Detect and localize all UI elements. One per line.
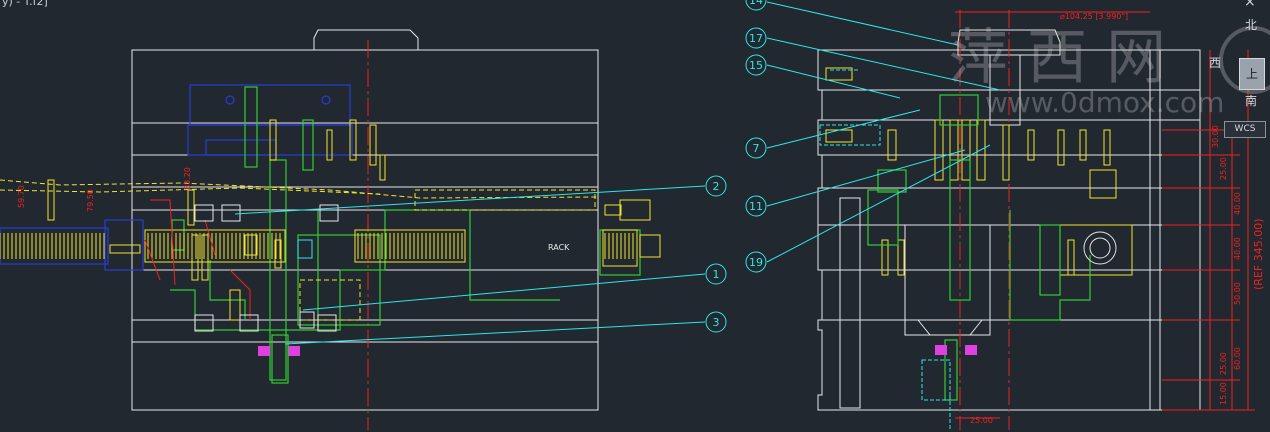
- viewcube-south[interactable]: 南: [1245, 92, 1257, 109]
- cad-viewport[interactable]: 59.70 79.50 83.20 RACK 2 1 3 ⌀104.25 [3.…: [0, 0, 1270, 432]
- callout-17: 17: [749, 32, 763, 45]
- viewcube-north[interactable]: 北: [1245, 16, 1257, 33]
- callout-14: 14: [749, 0, 763, 7]
- ref-dim: (REF 345.00): [1252, 219, 1265, 291]
- rack-label: RACK: [548, 243, 570, 252]
- close-icon[interactable]: ×: [1244, 0, 1256, 10]
- viewcube-west[interactable]: 西: [1209, 54, 1221, 71]
- right-dim-8: 15.00: [1219, 382, 1228, 405]
- callout-7: 7: [753, 142, 760, 155]
- side-dim-3: 83.20: [183, 167, 192, 190]
- left-mold-view: 59.70 79.50 83.20 RACK 2 1 3: [0, 29, 727, 430]
- viewport-corner-label[interactable]: y) - T.f2]: [2, 0, 48, 8]
- side-dim-1: 59.70: [17, 185, 26, 208]
- watermark-url: www.0dmox.com: [985, 86, 1224, 119]
- right-dim-2: 40.00: [1233, 192, 1242, 215]
- right-dim-5: 60.00: [1233, 347, 1242, 370]
- callout-3: 3: [713, 316, 720, 329]
- callout-19: 19: [749, 256, 763, 269]
- viewcube-top-face[interactable]: 上: [1239, 58, 1265, 90]
- right-dim-7: 25.00: [1219, 157, 1228, 180]
- callout-2: 2: [713, 180, 720, 193]
- bottom-dim: 25.00: [970, 416, 993, 425]
- callout-1: 1: [713, 268, 720, 281]
- top-dim: ⌀104.25 [3.990"]: [1060, 12, 1128, 21]
- callout-11: 11: [749, 200, 763, 213]
- wcs-menu-button[interactable]: WCS: [1224, 121, 1266, 138]
- right-dim-3: 40.00: [1233, 237, 1242, 260]
- watermark-cn: 萍 西 网: [948, 23, 1166, 93]
- right-dim-4: 50.00: [1233, 282, 1242, 305]
- right-dim-6: 25.00: [1219, 352, 1228, 375]
- side-dim-2: 79.50: [86, 189, 95, 212]
- callout-15: 15: [749, 59, 763, 72]
